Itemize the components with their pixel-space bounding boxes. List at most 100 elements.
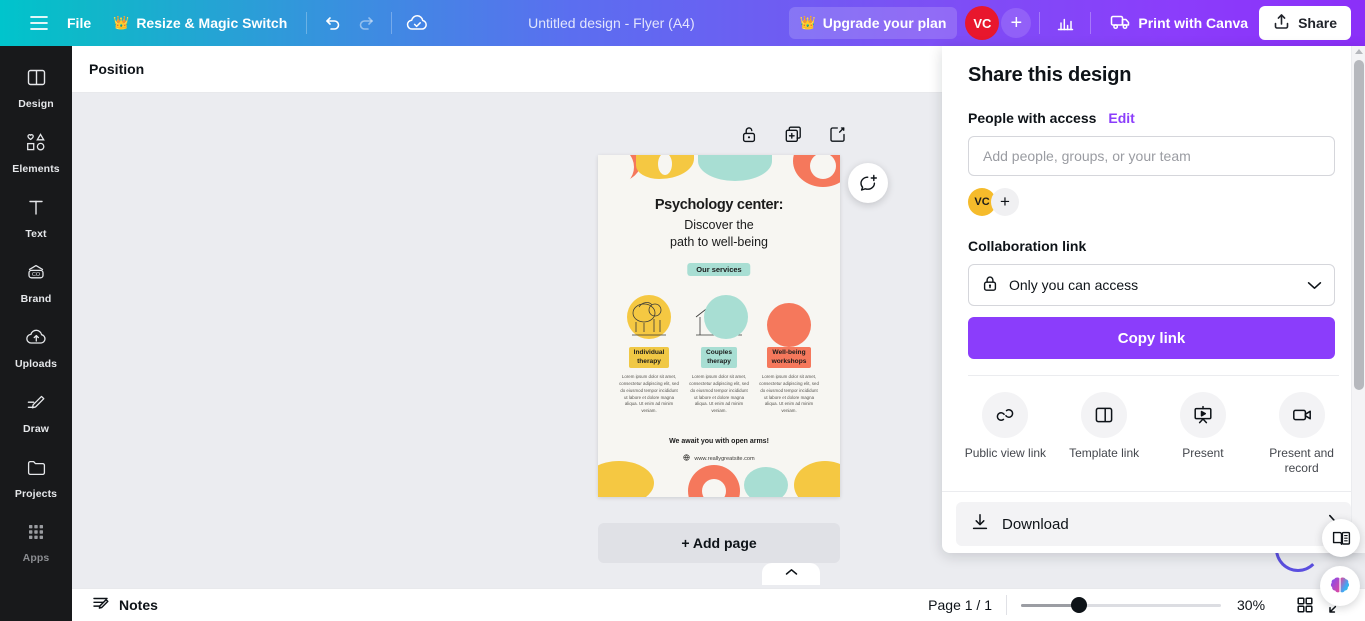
share-panel-content: Share this design People with access Edi… (942, 46, 1365, 376)
service-tag: Individual therapy (628, 347, 670, 369)
service-illustration (754, 291, 824, 347)
service-body: Lorem ipsum dolor sit amet, consectetur … (619, 374, 679, 414)
unlock-icon[interactable] (738, 123, 760, 145)
action-label: Present (1182, 446, 1224, 460)
hamburger-icon[interactable] (22, 7, 56, 39)
scrollbar-thumb[interactable] (1354, 60, 1364, 390)
share-label: Share (1298, 15, 1337, 31)
toolbar-divider-4 (1090, 12, 1092, 34)
zoom-slider[interactable] (1021, 597, 1221, 613)
service-circle (767, 303, 811, 347)
upgrade-plan-button[interactable]: 👑 Upgrade your plan (788, 7, 958, 39)
notes-button[interactable]: Notes (92, 594, 158, 616)
file-menu-label: File (67, 15, 92, 31)
flyer-subtitle-line2: path to well-being (670, 234, 768, 249)
flyer-website: www.reallygreatsite.com (598, 454, 840, 463)
undo-icon[interactable] (315, 7, 349, 39)
text-t-icon (26, 197, 46, 223)
edit-access-link[interactable]: Edit (1108, 110, 1134, 126)
action-label: Template link (1069, 446, 1140, 460)
sidebar-item-text[interactable]: Text (2, 188, 70, 247)
resize-label: Resize & Magic Switch (136, 15, 288, 31)
file-menu-button[interactable]: File (56, 7, 102, 39)
share-upload-icon (1273, 13, 1290, 33)
share-panel: Share this design People with access Edi… (942, 46, 1365, 553)
resize-magic-switch-button[interactable]: 👑 Resize & Magic Switch (102, 7, 298, 39)
service-tag-line2: therapy (707, 357, 731, 365)
docs-help-icon[interactable] (1322, 519, 1360, 557)
sidebar-item-label: Design (18, 98, 54, 110)
sidebar-item-draw[interactable]: Draw (2, 383, 70, 442)
sidebar-item-apps[interactable]: Apps (2, 513, 70, 571)
zoom-slider-thumb[interactable] (1071, 597, 1087, 613)
sidebar-item-label: Brand (20, 293, 52, 305)
magic-brain-icon[interactable] (1320, 566, 1360, 606)
flyer-page-1[interactable]: Psychology center: Discover the path to … (598, 155, 840, 497)
add-people-input[interactable]: Add people, groups, or your team (968, 136, 1335, 176)
scroll-up-arrow-icon[interactable] (1355, 49, 1363, 54)
decor-blob (698, 155, 772, 181)
add-collaborator-button[interactable]: + (1001, 8, 1032, 38)
download-button[interactable]: Download (956, 502, 1351, 546)
share-button[interactable]: Share (1259, 6, 1351, 40)
collapse-panel-button[interactable] (762, 563, 820, 585)
notes-pencil-icon (92, 594, 111, 616)
present-action[interactable]: Present (1154, 392, 1253, 476)
panel-divider-2 (942, 491, 1365, 492)
grid-view-icon[interactable] (1291, 591, 1319, 619)
service-tag: Couples therapy (700, 347, 737, 369)
present-and-record-action[interactable]: Present and record (1252, 392, 1351, 476)
add-person-button[interactable]: + (991, 188, 1019, 216)
sidebar-item-uploads[interactable]: Uploads (2, 318, 70, 377)
bottom-toolbar: Notes Page 1 / 1 30% (72, 588, 1365, 621)
add-page-button[interactable]: + Add page (598, 523, 840, 563)
decor-blob (744, 467, 788, 497)
add-page-icon[interactable] (826, 123, 848, 145)
duplicate-page-icon[interactable] (782, 123, 804, 145)
zoom-level[interactable]: 30% (1237, 597, 1271, 613)
flyer-services-pill: Our services (687, 263, 751, 276)
cloud-saved-icon[interactable] (400, 7, 434, 39)
chevron-up-icon (785, 563, 798, 581)
service-tag-line2: therapy (637, 357, 661, 365)
top-toolbar: File 👑 Resize & Magic Switch Untitled de… (0, 0, 1365, 46)
service-body: Lorem ipsum dolor sit amet, consectetur … (759, 374, 819, 414)
document-title[interactable]: Untitled design - Flyer (A4) (528, 15, 695, 31)
video-camera-icon (1278, 392, 1325, 438)
flyer-subtitle-line1: Discover the (684, 218, 754, 232)
service-body: Lorem ipsum dolor sit amet, consectetur … (689, 374, 749, 414)
comment-add-icon[interactable] (848, 163, 888, 203)
download-arrow-icon (970, 512, 990, 537)
bar-chart-icon[interactable] (1048, 7, 1082, 39)
decor-blob (598, 461, 654, 497)
presentation-icon (1179, 392, 1226, 438)
truck-icon (1110, 13, 1131, 33)
sidebar-item-elements[interactable]: Elements (2, 123, 70, 182)
sidebar-item-label: Uploads (14, 358, 58, 370)
crown-icon: 👑 (113, 15, 130, 30)
share-panel-scrollbar[interactable] (1351, 46, 1365, 553)
public-view-link-action[interactable]: Public view link (956, 392, 1055, 476)
service-tag-line2: workshops (771, 357, 807, 365)
access-avatars: VC + (968, 188, 1339, 216)
template-link-action[interactable]: Template link (1055, 392, 1154, 476)
action-label: Public view link (964, 446, 1047, 460)
upload-cloud-icon (25, 327, 48, 353)
sidebar-item-label: Apps (22, 552, 50, 564)
sidebar-item-design[interactable]: Design (2, 58, 70, 117)
redo-icon[interactable] (349, 7, 383, 39)
avatar[interactable]: VC (965, 6, 1000, 40)
bottom-divider (1006, 595, 1007, 615)
lock-icon (981, 274, 999, 296)
copy-link-button[interactable]: Copy link (968, 317, 1335, 359)
service-illustration (614, 291, 684, 347)
link-chain-icon (982, 392, 1029, 438)
print-label: Print with Canva (1138, 15, 1249, 31)
sidebar-item-brand[interactable]: CO Brand (2, 253, 70, 312)
shapes-icon (25, 132, 47, 158)
left-sidebar: Design Elements Text CO Brand Uploads Dr… (0, 46, 72, 621)
position-button[interactable]: Position (89, 61, 144, 77)
print-with-canva-button[interactable]: Print with Canva (1099, 7, 1259, 39)
sidebar-item-projects[interactable]: Projects (2, 448, 70, 507)
access-level-select[interactable]: Only you can access (968, 264, 1335, 306)
